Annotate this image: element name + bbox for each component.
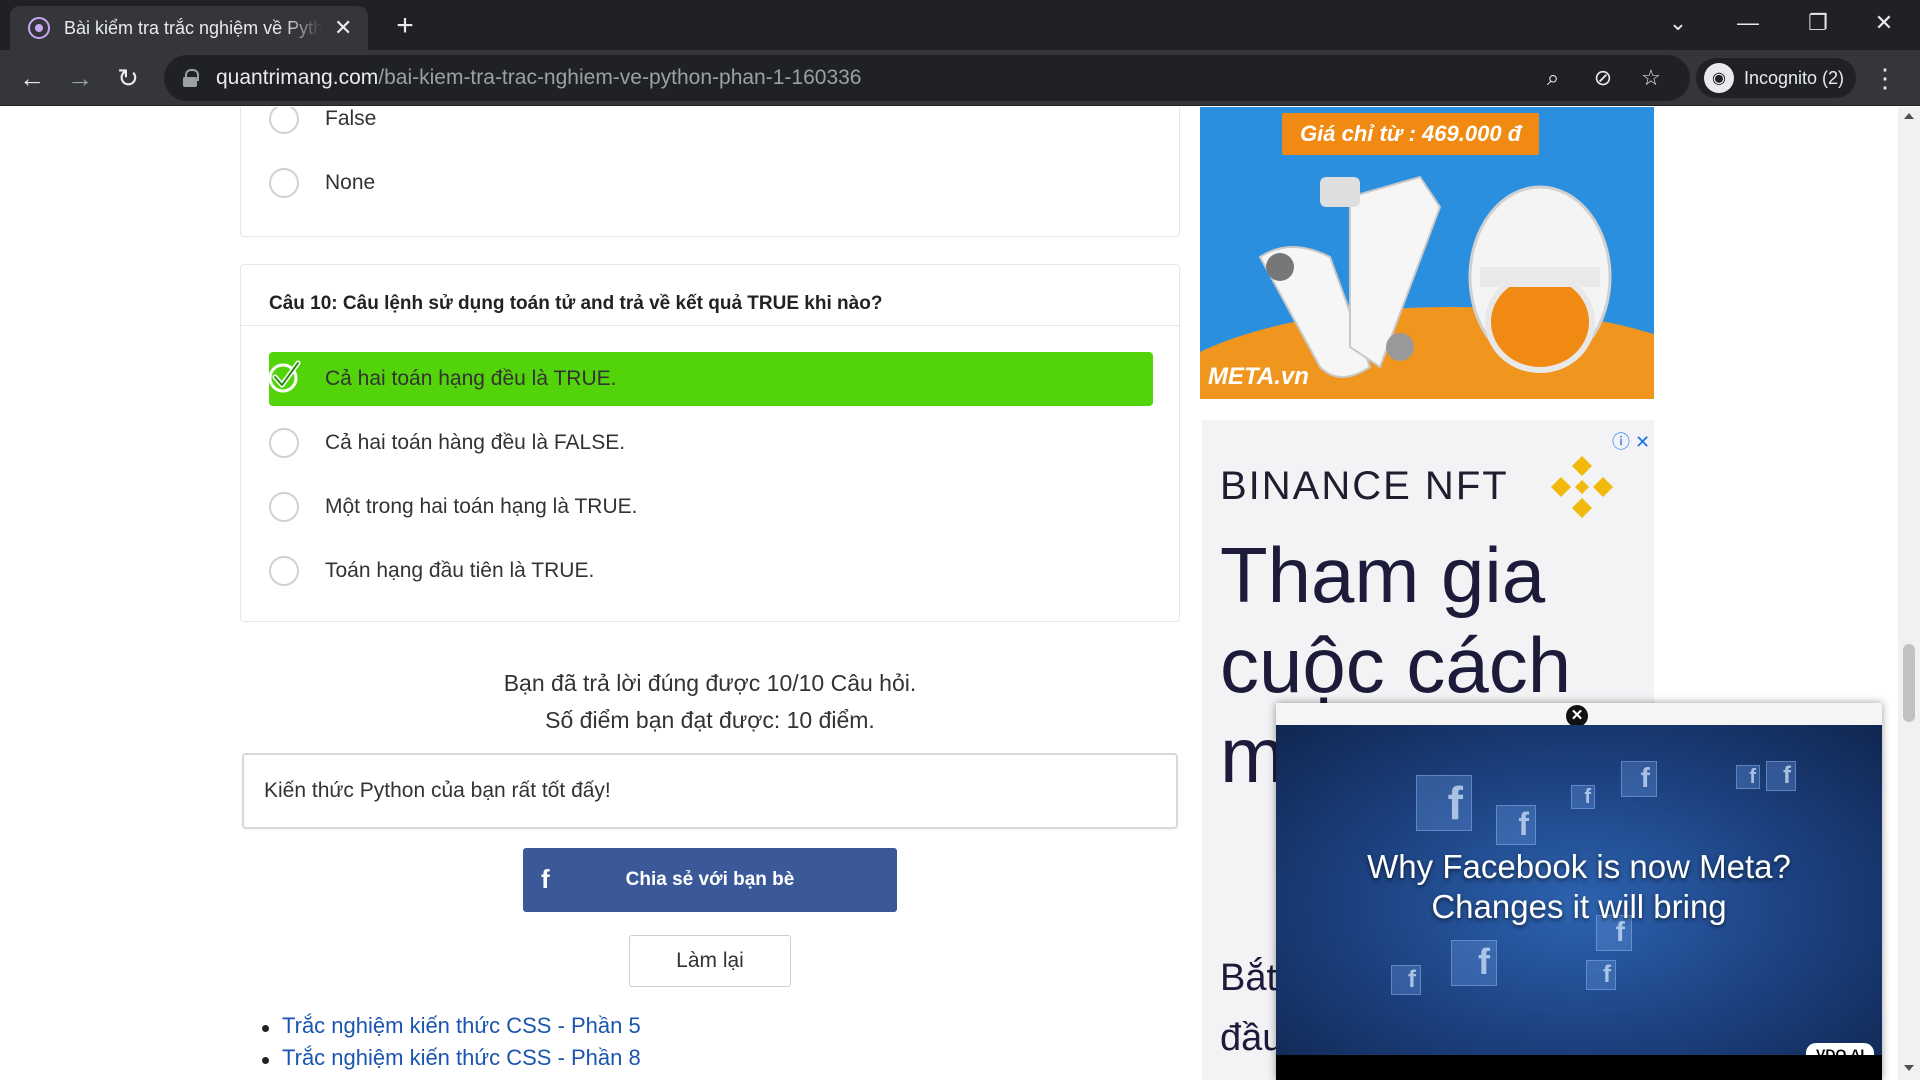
url-path: /bai-kiem-tra-trac-nghiem-ve-python-phan… [378,66,862,89]
option-label: Cả hai toán hạng đều là TRUE. [325,367,617,390]
scrollbar-thumb[interactable] [1903,644,1915,722]
result-correct-count: Bạn đã trả lời đúng được 10/10 Câu hỏi. [503,670,917,696]
close-window-button[interactable]: ✕ [1854,0,1914,46]
tab-search-chevron-icon[interactable]: ⌄ [1648,0,1708,46]
tab-close-icon[interactable]: ✕ [332,15,354,41]
share-button-label: Chia sẻ với bạn bè [625,869,795,890]
facebook-tile-icon: f [1736,765,1760,789]
option-label: Một trong hai toán hạng là TRUE. [325,495,638,518]
binance-ad-title: BINANCE NFT [1220,464,1509,508]
option-label: Toán hạng đầu tiên là TRUE. [325,559,595,582]
answer-option[interactable]: Một trong hai toán hạng là TRUE. [269,480,1153,534]
answer-option[interactable]: Cả hai toán hàng đều là FALSE. [269,416,1153,470]
headline-line: Tham gia [1220,531,1546,619]
result-score: Số điểm bạn đạt được: 10 điểm. [545,707,875,733]
headline-line: cuộc cách [1220,621,1572,709]
browser-tab[interactable]: Bài kiểm tra trắc nghiệm về Python - Phầ… [10,6,368,50]
answer-option-correct[interactable]: Cả hai toán hạng đều là TRUE. [268,352,1153,406]
feedback-message: Kiến thức Python của bạn rất tốt đấy! [242,753,1178,829]
option-label: Cả hai toán hàng đều là FALSE. [325,431,626,454]
answer-option[interactable]: None [269,156,1153,210]
lock-icon [182,69,199,87]
ad-brand-label: META.vn [1208,363,1309,390]
facebook-tile-icon: f [1571,785,1595,809]
question-title: Câu 10: Câu lệnh sử dụng toán tử and trả… [269,293,883,314]
related-link[interactable]: Trắc nghiệm kiến thức CSS - Phần 5 [262,1013,641,1045]
browser-menu-icon[interactable]: ⋮ [1870,62,1900,94]
radio-button[interactable] [269,428,299,458]
facebook-tile-icon: f [1621,761,1657,797]
page-viewport: False None Câu 10: Câu lệnh sử dụng toán… [0,107,1920,1080]
check-mark-icon [268,360,301,393]
url-host: quantrimang.com [216,66,379,89]
vdo-ai-badge[interactable]: VDO.AI [1806,1043,1875,1055]
binance-ad-subtext: Bắt đầu [1220,948,1283,1068]
tracking-blocked-eye-icon[interactable]: ⊘ [1590,65,1616,91]
option-label: False [325,107,377,130]
subtext-line: Bắt [1220,957,1278,999]
tab-title: Bài kiểm tra trắc nghiệm về Python - Phầ… [64,17,323,38]
bookmark-star-icon[interactable]: ☆ [1638,65,1664,91]
meta-ad-banner[interactable]: Giá chỉ từ : 469.000 đ META.vn [1200,107,1654,399]
video-caption-line: Why Facebook is now Meta? [1367,848,1791,885]
radio-button[interactable] [269,168,299,198]
facebook-tile-icon: f [1416,775,1472,831]
facebook-tile-icon: f [1766,761,1796,791]
scroll-up-arrow-icon[interactable] [1904,113,1914,119]
reload-icon[interactable]: ↻ [108,58,148,98]
option-label: None [325,171,376,194]
retry-button[interactable]: Làm lại [629,935,791,987]
video-caption-line: Changes it will bring [1431,888,1727,925]
radio-button-checked[interactable] [268,360,301,394]
question-card-10: Câu 10: Câu lệnh sử dụng toán tử and trả… [240,264,1180,622]
facebook-tile-icon: f [1391,965,1421,995]
browser-toolbar: ← → ↻ quantrimang.com/bai-kiem-tra-trac-… [0,50,1920,106]
zoom-icon[interactable]: ⌕ [1540,65,1566,91]
ad-price-tag: Giá chỉ từ : 469.000 đ [1282,113,1540,155]
video-top-bar: ✕ [1276,703,1882,727]
video-caption: Why Facebook is now Meta? Changes it wil… [1276,847,1882,927]
incognito-profile-button[interactable]: ◉ Incognito (2) [1696,58,1856,98]
binance-logo-icon [1551,456,1613,518]
site-favicon-icon [28,17,50,39]
facebook-tile-icon: f [1451,940,1497,986]
new-tab-button[interactable]: + [388,10,422,44]
related-link[interactable]: Trắc nghiệm kiến thức CSS - Phần 8 [262,1045,641,1077]
radio-button[interactable] [269,556,299,586]
answer-option[interactable]: False [269,107,1153,146]
adchoices-icon[interactable]: ⓘ ✕ [1612,428,1650,454]
minimize-window-button[interactable]: — [1718,0,1778,46]
scroll-down-arrow-icon[interactable] [1904,1065,1914,1071]
address-bar[interactable]: quantrimang.com/bai-kiem-tra-trac-nghiem… [164,55,1690,101]
radio-button[interactable] [269,492,299,522]
answer-option[interactable]: Toán hạng đầu tiên là TRUE. [269,544,1153,598]
share-facebook-button[interactable]: f Chia sẻ với bạn bè [523,848,897,912]
facebook-tile-icon: f [1496,805,1536,845]
question-divider [241,325,1179,326]
restore-window-button[interactable]: ❐ [1788,0,1848,46]
facebook-icon: f [541,864,550,894]
subtext-line: đầu [1220,1017,1284,1059]
related-links-list: Trắc nghiệm kiến thức CSS - Phần 5 Trắc … [262,1013,641,1077]
browser-tab-strip: Bài kiểm tra trắc nghiệm về Python - Phầ… [0,0,1920,50]
back-arrow-icon[interactable]: ← [12,58,52,98]
floating-video-ad[interactable]: ✕ f f f f f f f f f f Why Facebook is no… [1276,703,1882,1080]
video-close-icon[interactable]: ✕ [1566,705,1588,727]
facebook-tile-icon: f [1586,960,1616,990]
forward-arrow-icon[interactable]: → [60,58,100,98]
video-player[interactable]: f f f f f f f f f f Why Facebook is now … [1276,725,1882,1055]
incognito-icon: ◉ [1704,63,1734,93]
radio-button[interactable] [269,107,299,134]
incognito-label: Incognito (2) [1744,67,1845,88]
page-scrollbar[interactable] [1898,107,1920,1080]
question-card-9: False None [240,107,1180,237]
